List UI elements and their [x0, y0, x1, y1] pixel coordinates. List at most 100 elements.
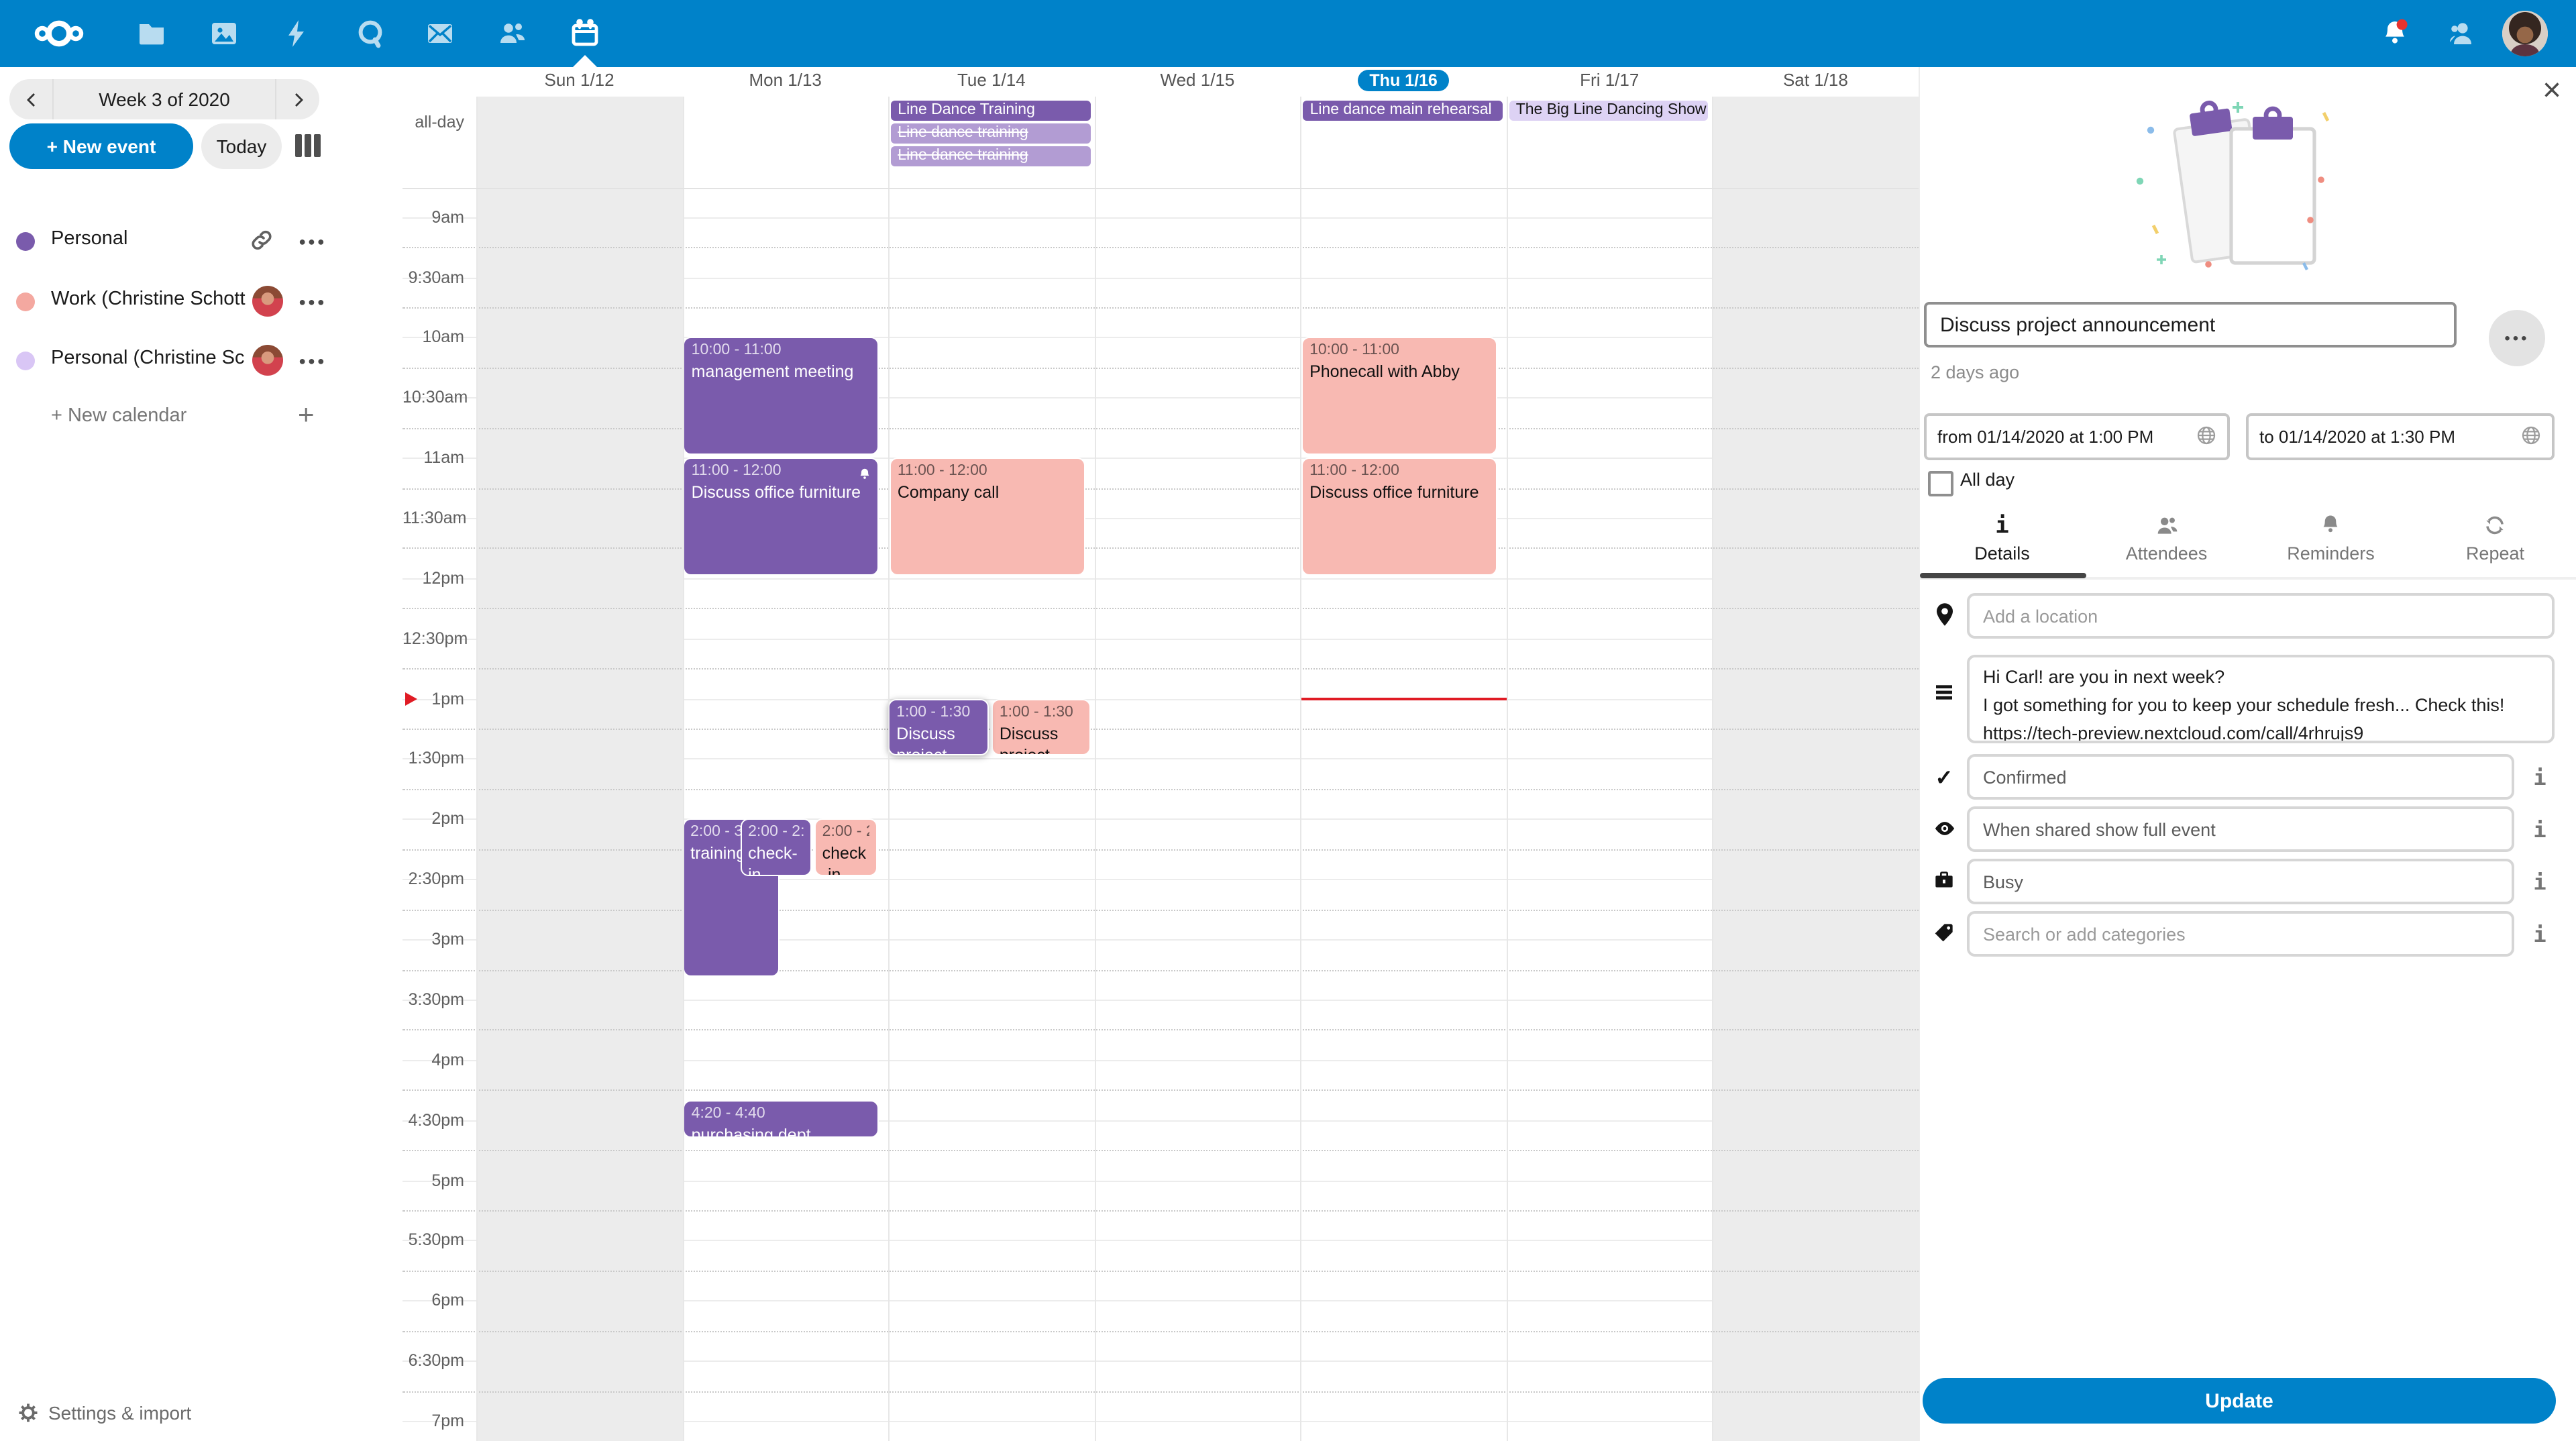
calendar-event[interactable]: 10:00 - 11:00Phonecall with Abby — [1301, 337, 1497, 455]
categories-input[interactable] — [1967, 911, 2514, 957]
location-input[interactable] — [1967, 593, 2555, 639]
attendees-icon — [2084, 513, 2249, 539]
calendar-event[interactable]: 11:00 - 12:00Discuss office furniture — [1301, 458, 1497, 575]
tab-details[interactable]: i Details — [1920, 510, 2084, 574]
allday-cell[interactable]: The Big Line Dancing Show — [1508, 101, 1711, 123]
categories-info-icon[interactable]: i — [2526, 922, 2553, 947]
day-column[interactable]: 10:00 - 11:00Phonecall with Abby11:00 - … — [1301, 189, 1507, 1441]
contacts-app-icon[interactable] — [496, 17, 529, 50]
calendar-name: Work (Christine Schott) — [51, 288, 246, 310]
all-day-checkbox[interactable] — [1928, 471, 1953, 496]
share-link-icon[interactable] — [250, 228, 274, 259]
mail-app-icon[interactable] — [424, 17, 456, 50]
event-start-field[interactable]: from 01/14/2020 at 1:00 PM — [1924, 413, 2230, 460]
user-avatar[interactable] — [2502, 11, 2548, 56]
day-header[interactable]: Mon 1/13 — [682, 67, 888, 97]
tab-repeat[interactable]: Repeat — [2413, 510, 2576, 574]
activity-app-icon[interactable] — [280, 17, 313, 50]
now-line — [1301, 697, 1507, 700]
day-header-label: Wed 1/15 — [1161, 70, 1235, 90]
calendar-event[interactable]: 2:00 - 2:20check-in — [740, 819, 812, 877]
next-week-button[interactable] — [275, 79, 319, 119]
calendar-week-view: Sun 1/12Mon 1/13 Tue 1/14 Wed 1/15 Thu 1/16… — [402, 67, 1919, 1441]
time-label: 11:30am — [402, 504, 464, 531]
allday-label: all-day — [402, 113, 464, 131]
calendar-event[interactable]: 10:00 - 11:00management meeting — [684, 337, 879, 455]
description-textarea[interactable]: Hi Carl! are you in next week? I got som… — [1967, 655, 2555, 743]
previous-week-button[interactable] — [9, 79, 54, 119]
day-header-label: Tue 1/14 — [957, 70, 1026, 90]
allday-event[interactable]: Line dance training — [891, 123, 1090, 144]
reminders-bell-icon — [2249, 513, 2413, 539]
today-button[interactable]: Today — [201, 123, 282, 169]
calendar-event[interactable]: 11:00 - 12:00Discuss office furniture — [684, 458, 879, 575]
calendar-list-item-personal-shared[interactable]: Personal (Christine Scho... ●●● — [0, 331, 402, 390]
day-header[interactable]: Sun 1/12 — [476, 67, 682, 97]
event-end-field[interactable]: to 01/14/2020 at 1:30 PM — [2246, 413, 2555, 460]
update-button[interactable]: Update — [1923, 1378, 2556, 1424]
timezone-globe-icon[interactable] — [2196, 425, 2216, 449]
allday-event[interactable]: Line Dance Training — [891, 101, 1090, 121]
event-title: Discuss project — [1000, 723, 1082, 756]
day-header-label: Thu 1/16 — [1357, 70, 1449, 91]
day-column[interactable] — [1713, 189, 1919, 1441]
allday-separator — [402, 188, 1919, 189]
files-app-icon[interactable] — [136, 17, 168, 50]
calendar-event[interactable]: 1:00 - 1:30Discuss project — [991, 698, 1090, 756]
freebusy-info-icon[interactable]: i — [2526, 869, 2553, 895]
tab-label: Repeat — [2413, 543, 2576, 564]
visibility-info-icon[interactable]: i — [2526, 817, 2553, 843]
talk-app-icon[interactable] — [354, 17, 386, 50]
photos-app-icon[interactable] — [208, 17, 240, 50]
allday-event[interactable]: Line dance training — [891, 146, 1090, 166]
calendar-event[interactable]: 11:00 - 12:00Company call — [890, 458, 1085, 575]
calendar-list-item-work[interactable]: Work (Christine Schott) ●●● — [0, 272, 402, 331]
tab-attendees[interactable]: Attendees — [2084, 510, 2249, 574]
settings-import[interactable]: Settings & import — [0, 1398, 402, 1433]
event-more-actions-button[interactable]: ••• — [2489, 310, 2545, 366]
day-column[interactable] — [1094, 189, 1300, 1441]
new-event-button[interactable]: + New event — [9, 123, 193, 169]
allday-event[interactable]: Line dance main rehearsal — [1303, 101, 1503, 121]
timezone-globe-icon[interactable] — [2521, 425, 2541, 449]
day-header[interactable]: Fri 1/17 — [1507, 67, 1713, 97]
freebusy-select[interactable]: Busy — [1967, 859, 2514, 904]
day-header[interactable]: Tue 1/14 — [888, 67, 1094, 97]
tab-reminders[interactable]: Reminders — [2249, 510, 2413, 574]
day-column[interactable] — [476, 189, 682, 1441]
allday-event[interactable]: The Big Line Dancing Show — [1509, 101, 1709, 121]
time-label: 1:30pm — [402, 745, 464, 772]
contacts-menu-icon[interactable] — [2445, 17, 2477, 50]
calendar-event[interactable]: 4:20 - 4:40purchasing dept — [684, 1100, 879, 1137]
allday-cell[interactable]: Line dance main rehearsal — [1302, 101, 1505, 123]
calendar-event[interactable]: 1:00 - 1:30Discuss project announcement — [888, 698, 989, 756]
categories-tag-icon — [1931, 922, 1957, 950]
day-column[interactable] — [1507, 189, 1713, 1441]
calendar-app-icon[interactable] — [569, 17, 601, 50]
week-label[interactable]: Week 3 of 2020 — [54, 89, 275, 110]
calendar-actions-menu[interactable]: ●●● — [295, 228, 330, 255]
calendar-actions-menu[interactable]: ●●● — [295, 348, 330, 374]
new-calendar-item[interactable]: + New calendar + — [0, 389, 402, 448]
calendar-actions-menu[interactable]: ●●● — [295, 288, 330, 315]
close-icon[interactable]: × — [2542, 75, 2561, 107]
allday-cell[interactable]: Line Dance TrainingLine dance trainingLi… — [890, 101, 1093, 169]
day-column[interactable]: 11:00 - 12:00Company call 1:00 - 1:30Disc… — [888, 189, 1094, 1441]
day-header[interactable]: Sat 1/18 — [1713, 67, 1919, 97]
status-info-icon[interactable]: i — [2526, 765, 2553, 790]
settings-label: Settings & import — [48, 1402, 191, 1424]
event-title-input[interactable] — [1924, 302, 2457, 348]
visibility-select[interactable]: When shared show full event — [1967, 806, 2514, 852]
time-grid[interactable]: 10:00 - 11:00management meeting11:00 - 1… — [402, 189, 1919, 1441]
calendar-event[interactable]: 2:00 - 2:20check-in — [814, 819, 878, 877]
event-time: 2:00 - 2:20 — [822, 823, 870, 843]
day-header[interactable]: Wed 1/15 — [1094, 67, 1300, 97]
calendar-list-item-personal[interactable]: Personal ●●● — [0, 212, 402, 271]
day-column[interactable]: 10:00 - 11:00management meeting11:00 - 1… — [682, 189, 888, 1441]
day-header[interactable]: Thu 1/16 — [1301, 67, 1507, 97]
tab-label: Details — [1920, 543, 2084, 564]
nextcloud-logo[interactable] — [32, 17, 86, 50]
status-select[interactable]: Confirmed — [1967, 754, 2514, 800]
notifications-bell-icon[interactable] — [2379, 17, 2411, 50]
week-view-toggle-icon[interactable] — [295, 134, 321, 157]
